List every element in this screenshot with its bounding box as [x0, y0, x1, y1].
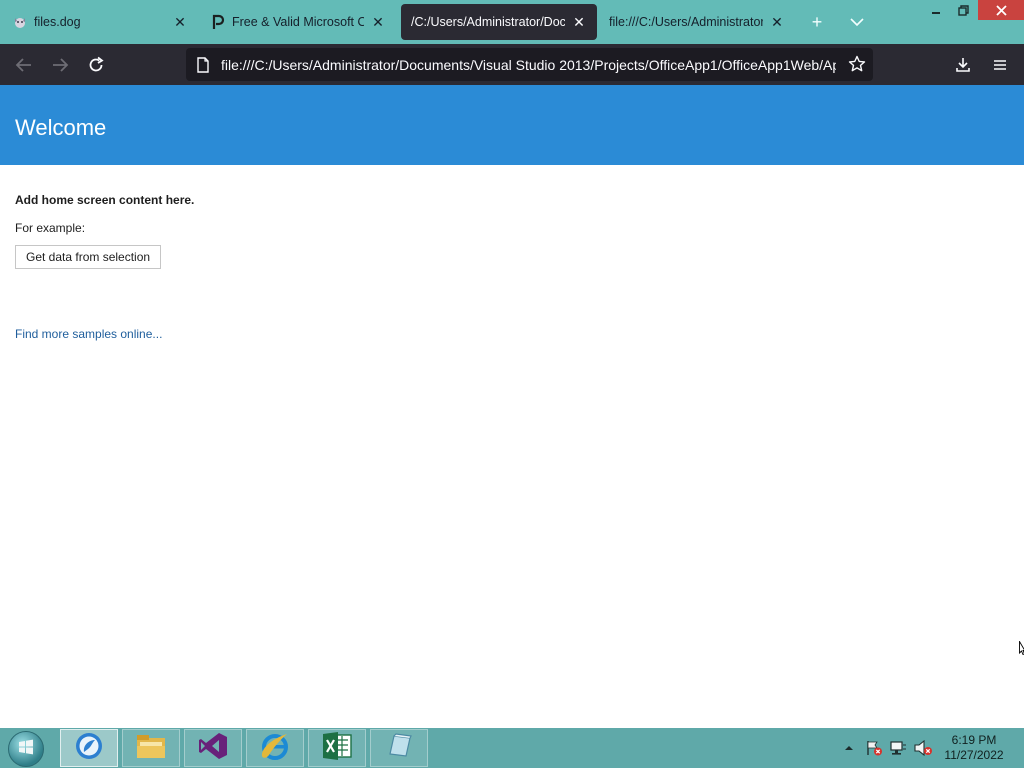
tab-free-valid-microsoft-office[interactable]: Free & Valid Microsoft Office ✕ [200, 4, 396, 40]
download-icon[interactable] [948, 50, 978, 80]
minimize-window-button[interactable] [922, 0, 950, 20]
system-clock[interactable]: 6:19 PM 11/27/2022 [940, 733, 1008, 763]
clock-time: 6:19 PM [951, 733, 997, 747]
p-logo-favicon-icon [210, 14, 226, 30]
chevron-down-icon[interactable] [843, 8, 871, 36]
forward-arrow-icon[interactable] [45, 50, 75, 80]
bookmark-star-icon[interactable] [847, 54, 867, 74]
puppy-favicon-icon [12, 14, 28, 30]
windows-logo-icon [17, 738, 35, 761]
close-icon[interactable]: ✕ [571, 14, 587, 30]
excel-icon [321, 731, 353, 766]
taskbar: 6:19 PM 11/27/2022 [0, 728, 1024, 768]
taskbar-app-file-explorer[interactable] [122, 729, 180, 767]
main-content: Add home screen content here. For exampl… [15, 193, 194, 341]
get-data-from-selection-button[interactable]: Get data from selection [15, 245, 162, 269]
internet-browser-icon [74, 731, 104, 766]
back-arrow-icon[interactable] [9, 50, 39, 80]
show-hidden-icons-icon[interactable] [842, 738, 856, 758]
start-button[interactable] [8, 731, 44, 767]
find-more-samples-link[interactable]: Find more samples online... [15, 327, 194, 341]
tab-strip: files.dog ✕ Free & Valid Microsoft Offic… [0, 0, 1024, 44]
close-icon[interactable]: ✕ [769, 14, 785, 30]
tab-file-documents[interactable]: file:///C:/Users/Administrator/Documents… [599, 4, 795, 40]
generic-app-icon [384, 732, 414, 765]
plus-icon[interactable]: + [803, 8, 831, 36]
network-icon[interactable] [888, 738, 908, 758]
internet-explorer-icon [259, 731, 291, 766]
taskbar-app-internet-explorer[interactable] [246, 729, 304, 767]
page-title: Welcome [15, 115, 107, 140]
url-text[interactable]: file:///C:/Users/Administrator/Documents… [221, 57, 836, 73]
header-band: Welcome [0, 85, 1024, 165]
restore-window-button[interactable] [950, 0, 976, 20]
tab-label: file:///C:/Users/Administrator/Documents [609, 15, 763, 29]
content-heading: Add home screen content here. [15, 193, 195, 207]
close-window-button[interactable] [978, 0, 1024, 20]
menu-icon[interactable] [985, 50, 1015, 80]
taskbar-app-visual-studio[interactable] [184, 729, 242, 767]
close-icon[interactable]: ✕ [370, 14, 386, 30]
visual-studio-icon [197, 731, 229, 766]
tab-label: /C:/Users/Administrator/Documents [411, 15, 565, 29]
reload-icon[interactable] [81, 50, 111, 80]
url-bar[interactable]: file:///C:/Users/Administrator/Documents… [186, 48, 873, 81]
navigation-toolbar: file:///C:/Users/Administrator/Documents… [0, 44, 1024, 85]
page-viewport: Welcome Add home screen content here. Fo… [0, 85, 1024, 728]
taskbar-app-browser[interactable] [60, 729, 118, 767]
close-icon[interactable]: ✕ [172, 14, 188, 30]
action-center-flag-icon[interactable] [864, 738, 884, 758]
taskbar-app-generic[interactable] [370, 729, 428, 767]
clock-date: 11/27/2022 [944, 748, 1004, 762]
mouse-cursor-icon [1019, 641, 1024, 655]
tab-files-dog[interactable]: files.dog ✕ [2, 4, 198, 40]
taskbar-app-excel[interactable] [308, 729, 366, 767]
page-icon [196, 56, 212, 73]
tab-label: files.dog [34, 15, 81, 29]
tab-label: Free & Valid Microsoft Office [232, 15, 364, 29]
tab-active-documents[interactable]: /C:/Users/Administrator/Documents ✕ [401, 4, 597, 40]
example-label: For example: [15, 221, 86, 235]
volume-muted-icon[interactable] [912, 738, 934, 758]
file-explorer-icon [135, 732, 167, 765]
